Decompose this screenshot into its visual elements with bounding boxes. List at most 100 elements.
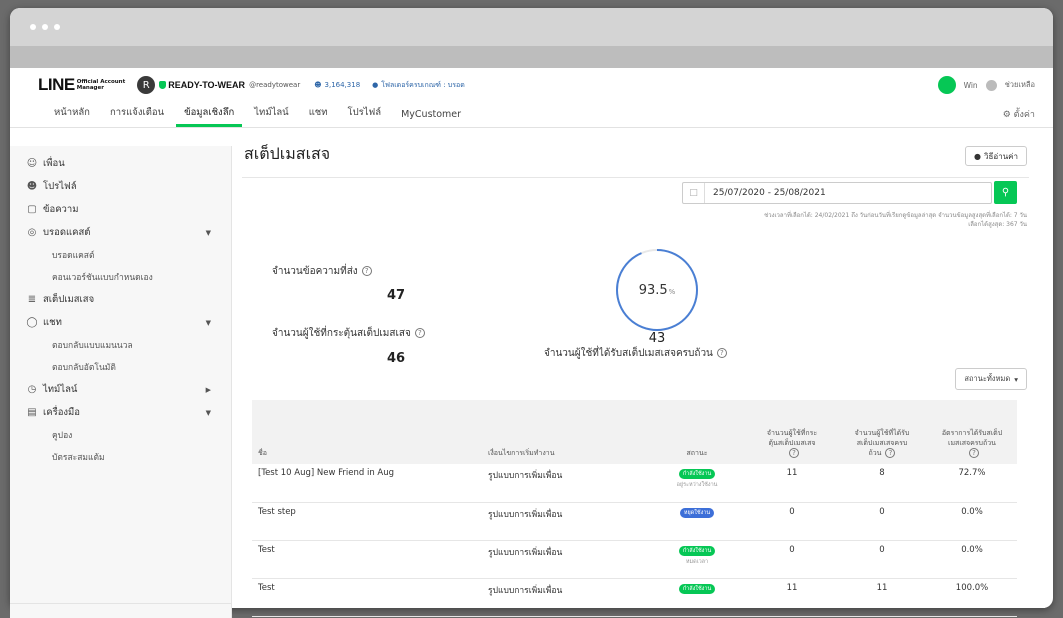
sidebar-item-friends[interactable]: ☺ เพื่อน: [10, 152, 231, 175]
tab-chat[interactable]: แชท: [301, 105, 336, 127]
dot-icon: ●: [372, 81, 379, 89]
sidebar-item-tools[interactable]: ▤ เครื่องมือ ▼: [10, 401, 231, 424]
settings-link[interactable]: ⚙ ตั้งค่า: [1003, 107, 1035, 121]
help-circle-icon[interactable]: ?: [414, 328, 425, 338]
tab-insights[interactable]: ข้อมูลเชิงลึก: [176, 105, 243, 127]
person-icon: ☻: [314, 81, 322, 89]
tab-notifications[interactable]: การแจ้งเตือน: [102, 105, 172, 127]
status-badge: กำลังใช้งาน: [678, 545, 716, 556]
window-dot-close[interactable]: [30, 24, 36, 30]
status-badge: กำลังใช้งาน: [678, 469, 716, 479]
main-content: สเต็ปเมสเสจ ● วิธีอ่านค่า □ 25/07/2020 - …: [232, 136, 1045, 617]
tab-mycustomer[interactable]: MyCustomer: [393, 109, 469, 127]
status-badge: หยุดใช้งาน: [679, 507, 715, 518]
message-icon: ▢: [27, 204, 37, 215]
account-avatar[interactable]: R: [137, 76, 156, 94]
row-name[interactable]: Test: [252, 578, 482, 617]
top-header: LINE Official Account Manager R READY-TO-…: [10, 68, 1053, 102]
how-to-read-button[interactable]: ● วิธีอ่านค่า: [965, 146, 1027, 166]
help-circle-icon[interactable]: ?: [361, 266, 372, 276]
sidebar-sub-auto-reply[interactable]: ตอบกลับอัตโนมัติ: [10, 356, 231, 378]
row-rate: 72.7%: [927, 464, 1017, 503]
sidebar-item-step-message[interactable]: ≣ สเต็ปเมสเสจ: [10, 288, 231, 311]
sidebar-sub-reward-card[interactable]: บัตรสะสมแต้ม: [10, 446, 231, 468]
users-completed-label: จำนวนผู้ใช้ที่ได้รับสเต็ปเมสเสจครบถ้วน?: [544, 346, 727, 361]
plan-info[interactable]: ● โฟลเดอร์ครบเกณฑ์ : บรอด: [372, 80, 465, 91]
user-name[interactable]: Win: [964, 81, 978, 90]
account-id: @readytowear: [249, 81, 301, 89]
tab-home[interactable]: หน้าหลัก: [46, 105, 98, 127]
status-subtext: หมดเวลา: [685, 558, 709, 565]
row-name[interactable]: [Test 10 Aug] New Friend in Aug: [252, 464, 482, 503]
sidebar-item-profile[interactable]: ☻ โปรไฟล์: [10, 175, 231, 198]
chevron-down-icon: ▾: [1014, 374, 1018, 384]
row-triggered: 0: [747, 502, 837, 541]
sidebar-item-broadcast[interactable]: ◎ บรอดแคสต์ ▼: [10, 221, 231, 244]
help-circle-icon[interactable]: ?: [885, 448, 896, 458]
table-row[interactable]: Test รูปแบบการเพิ่มเพื่อน กำลังใช้งานหมด…: [252, 540, 1017, 579]
sidebar-sub-custom-conversion[interactable]: คอนเวอร์ชันแบบกำหนดเอง: [10, 266, 231, 288]
col-status: สถานะ: [686, 449, 708, 457]
friends-count[interactable]: ☻ 3,164,318: [314, 81, 360, 89]
table-row[interactable]: [Test 10 Aug] New Friend in Aug รูปแบบกา…: [252, 464, 1017, 503]
table-row[interactable]: Test รูปแบบการเพิ่มเพื่อน กำลังใช้งาน 11…: [252, 578, 1017, 617]
row-triggered: 11: [747, 464, 837, 503]
row-name[interactable]: Test step: [252, 502, 482, 541]
user-status-icon[interactable]: [937, 76, 956, 94]
row-completed: 0: [837, 540, 927, 579]
col-rate: อัตราการได้รับสเต็ป เมสเสจครบถ้วน?: [941, 429, 1003, 458]
help-circle-icon[interactable]: ?: [716, 348, 727, 358]
account-name[interactable]: READY-TO-WEAR: [168, 80, 245, 90]
table-row[interactable]: Test step รูปแบบการเพิ่มเพื่อน หยุดใช้งา…: [252, 502, 1017, 541]
col-completed: จำนวนผู้ใช้ที่ได้รับ สเต็ปเมสเสจครบ ถ้วน?: [854, 429, 910, 458]
sidebar-sub-coupon[interactable]: คูปอง: [10, 424, 231, 446]
tab-profile[interactable]: โปรไฟล์: [340, 105, 390, 127]
sidebar: ☺ เพื่อน ☻ โปรไฟล์ ▢ ข้อความ ◎ บรอดแคสต์ ▼ บร…: [10, 146, 232, 618]
status-filter-dropdown[interactable]: สถานะทั้งหมด ▾: [955, 368, 1027, 390]
profile-icon: ☻: [26, 181, 38, 192]
completion-rate-value: 93.5%: [638, 282, 676, 298]
row-completed: 11: [837, 578, 927, 617]
table-header-row: ชื่อ เงื่อนไขการเริ่มทำงาน สถานะ จำนวนผู…: [252, 400, 1017, 464]
friends-icon: ☺: [26, 158, 38, 169]
row-condition: รูปแบบการเพิ่มเพื่อน: [482, 464, 647, 503]
line-logo[interactable]: LINE: [38, 75, 75, 95]
info-icon: ●: [974, 151, 982, 161]
row-triggered: 11: [747, 578, 837, 617]
help-circle-icon[interactable]: ?: [969, 448, 979, 458]
col-name[interactable]: ชื่อ: [252, 400, 482, 464]
col-triggered: จำนวนผู้ใช้ที่กระ ตุ้นสเต็ปเมสเสจ?: [766, 429, 818, 458]
window-dot-minimize[interactable]: [42, 24, 48, 30]
verified-shield-icon: [159, 81, 167, 89]
row-rate: 0.0%: [927, 540, 1017, 579]
help-link[interactable]: ช่วยเหลือ: [1005, 79, 1035, 91]
help-icon[interactable]: [985, 79, 997, 91]
row-rate: 100.0%: [927, 578, 1017, 617]
help-circle-icon[interactable]: ?: [789, 448, 799, 458]
sidebar-item-messages[interactable]: ▢ ข้อความ: [10, 198, 231, 221]
messages-sent-label: จำนวนข้อความที่ส่ง?: [272, 264, 372, 279]
row-completed: 0: [837, 502, 927, 541]
tools-icon: ▤: [27, 407, 37, 418]
clock-icon: ◷: [27, 384, 37, 395]
date-range-note: ช่วงเวลาที่เลือกได้: 24/02/2021 ถึง วันก…: [764, 212, 1027, 228]
window-dot-maximize[interactable]: [54, 24, 60, 30]
search-icon: ⚲: [1001, 187, 1010, 198]
chevron-right-icon: ▶: [205, 385, 211, 394]
broadcast-icon: ◎: [27, 227, 37, 238]
browser-toolbar: [10, 46, 1053, 68]
row-status: หยุดใช้งาน: [647, 502, 747, 541]
gear-icon: ⚙: [1002, 110, 1011, 120]
row-name[interactable]: Test: [252, 540, 482, 579]
search-button[interactable]: ⚲: [994, 181, 1017, 204]
row-condition: รูปแบบการเพิ่มเพื่อน: [482, 540, 647, 579]
sidebar-sub-manual-reply[interactable]: ตอบกลับแบบแมนนวล: [10, 334, 231, 356]
row-condition: รูปแบบการเพิ่มเพื่อน: [482, 502, 647, 541]
sidebar-item-chat[interactable]: ◯ แชท ▼: [10, 311, 231, 334]
date-range-picker[interactable]: □ 25/07/2020 - 25/08/2021: [682, 182, 992, 204]
sidebar-sub-broadcast[interactable]: บรอดแคสต์: [10, 244, 231, 266]
tab-timeline[interactable]: ไทม์ไลน์: [246, 105, 296, 127]
row-status: กำลังใช้งานหมดเวลา: [647, 540, 747, 579]
users-triggered-label: จำนวนผู้ใช้ที่กระตุ้นสเต็ปเมสเสจ?: [272, 326, 425, 341]
sidebar-item-timeline[interactable]: ◷ ไทม์ไลน์ ▶: [10, 378, 231, 401]
